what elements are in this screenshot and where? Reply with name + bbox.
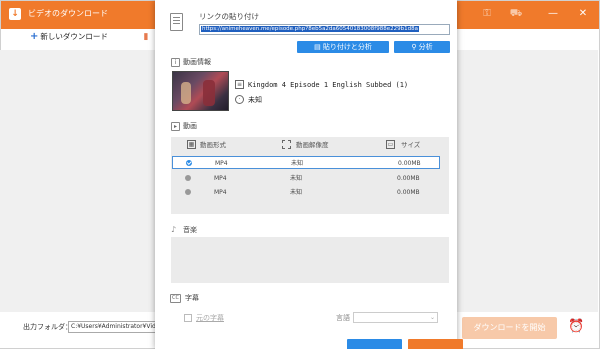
- music-note-icon: ♪: [171, 225, 177, 234]
- chevron-down-icon: ⌄: [429, 314, 435, 321]
- url-text: https://animeheaven.me/episode.php?8eb5a…: [201, 26, 419, 32]
- analyze-label: 分析: [418, 43, 433, 51]
- selected-radio-icon[interactable]: [186, 160, 192, 166]
- close-button[interactable]: ✕: [576, 7, 590, 21]
- row-format: MP4: [214, 189, 227, 196]
- folder-icon: ▭: [386, 140, 395, 149]
- table-row[interactable]: MP4 未知 0.00MB: [172, 172, 440, 185]
- analyze-button[interactable]: ⚲ 分析: [394, 41, 450, 53]
- table-row[interactable]: MP4 未知 0.00MB: [172, 186, 440, 199]
- paste-analyze-label: 貼り付けと分析: [322, 43, 372, 51]
- video-section-label: 動画: [183, 122, 197, 130]
- col-size: サイズ: [401, 141, 421, 149]
- row-resolution: 未知: [290, 189, 303, 196]
- row-format: MP4: [214, 175, 227, 182]
- col-resolution: 動画解像度: [296, 141, 329, 149]
- video-title: Kingdom 4 Episode 1 English Subbed (1): [248, 81, 409, 89]
- radio-icon[interactable]: [185, 189, 191, 195]
- original-subtitle-label: 元の字幕: [196, 314, 224, 322]
- row-resolution: 未知: [290, 175, 303, 182]
- file-icon: ≡: [235, 80, 244, 89]
- output-folder-label: 出力フォルダ：: [23, 323, 72, 331]
- table-row[interactable]: MP4 未知 0.00MB: [172, 156, 440, 169]
- new-download-label: 新しいダウンロード: [40, 32, 108, 41]
- cancel-button[interactable]: [408, 339, 463, 349]
- info-icon: i: [171, 58, 180, 67]
- cart-icon[interactable]: ⛟: [509, 7, 523, 21]
- alarm-clock-icon[interactable]: ⏰: [568, 319, 584, 335]
- video-duration: 未知: [248, 96, 262, 104]
- ok-button[interactable]: [347, 339, 402, 349]
- key-icon[interactable]: ⚿: [480, 7, 494, 21]
- url-input[interactable]: https://animeheaven.me/episode.php?8eb5a…: [199, 24, 450, 35]
- clock-icon: ·: [235, 95, 244, 104]
- audio-section-label: 音楽: [183, 226, 197, 234]
- video-info-label: 動画情報: [183, 58, 211, 66]
- row-size: 0.00MB: [398, 160, 421, 167]
- url-document-icon: [170, 13, 183, 31]
- clipboard-icon: ▤: [314, 43, 323, 51]
- row-format: MP4: [215, 160, 228, 167]
- language-label: 言語: [336, 314, 350, 322]
- trash-icon[interactable]: ▮: [141, 31, 151, 43]
- minimize-button[interactable]: —: [546, 7, 560, 21]
- subtitle-section-label: 字幕: [185, 294, 199, 302]
- col-format: 動画形式: [200, 141, 226, 149]
- format-icon: ▦: [187, 140, 196, 149]
- language-select[interactable]: ⌄: [353, 312, 438, 323]
- original-subtitle-checkbox[interactable]: [184, 314, 192, 322]
- paste-link-label: リンクの貼り付け: [199, 12, 259, 21]
- new-download-button[interactable]: + 新しいダウンロード: [30, 31, 108, 43]
- resolution-icon: [282, 140, 291, 149]
- app-logo-icon: ↓: [9, 8, 21, 20]
- paste-analyze-button[interactable]: ▤ 貼り付けと分析: [297, 41, 389, 53]
- app-title: ビデオのダウンロード: [28, 9, 108, 18]
- cc-icon: CC: [170, 294, 181, 303]
- start-download-button[interactable]: ダウンロードを開始: [462, 317, 557, 339]
- row-size: 0.00MB: [397, 175, 420, 182]
- plus-icon: +: [30, 31, 39, 42]
- row-size: 0.00MB: [397, 189, 420, 196]
- row-resolution: 未知: [291, 160, 304, 167]
- search-icon: ⚲: [411, 43, 419, 51]
- radio-icon[interactable]: [185, 175, 191, 181]
- video-icon: ▸: [171, 122, 180, 131]
- audio-list: [171, 237, 449, 283]
- video-thumbnail: [172, 71, 229, 111]
